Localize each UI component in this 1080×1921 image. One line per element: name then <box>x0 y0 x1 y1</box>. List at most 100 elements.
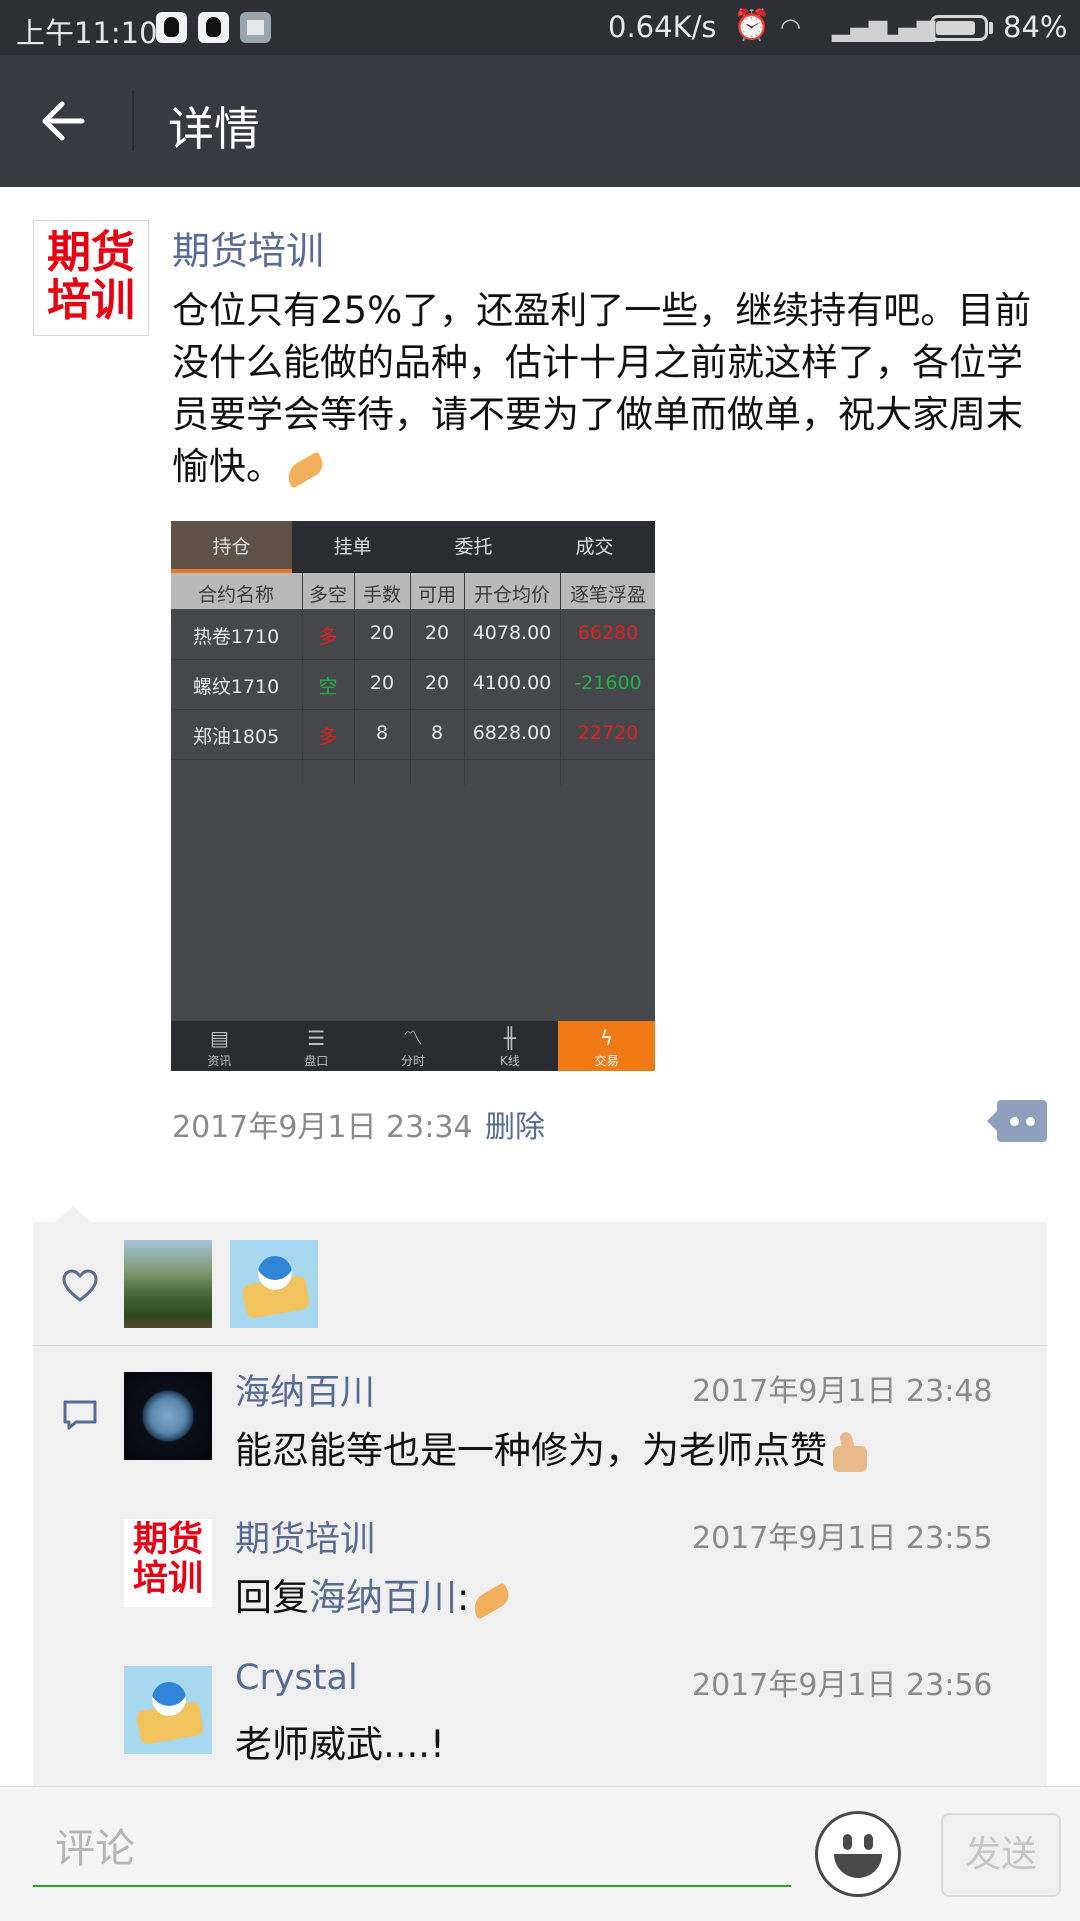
comment-input-bar: 发送 <box>0 1786 1080 1921</box>
comment-input[interactable] <box>33 1813 791 1887</box>
news-icon: ▤ <box>209 1026 229 1050</box>
timeshare-chart-icon: 〽 <box>402 1026 423 1050</box>
cell-open-price: 4078.00 <box>472 622 552 644</box>
column-header: 多空 <box>308 584 347 606</box>
commenter-avatar[interactable] <box>124 1666 212 1754</box>
column-header: 手数 <box>362 584 401 606</box>
cell-open-price: 4100.00 <box>472 672 552 694</box>
cell-contract: 热卷1710 <box>192 626 280 648</box>
liker-avatar[interactable] <box>230 1240 318 1328</box>
image-nav-item: ϟ 交易 <box>558 1021 655 1071</box>
battery-percent: 84% <box>1003 10 1068 44</box>
cell-pnl: 66280 <box>577 622 639 644</box>
page-title: 详情 <box>168 102 260 156</box>
commenter-name[interactable]: 期货培训 <box>235 1511 375 1562</box>
cell-side: 空 <box>318 676 338 698</box>
cell-lots: 20 <box>369 672 395 694</box>
thumbs-up-emoji-icon <box>827 1430 873 1476</box>
send-button[interactable]: 发送 <box>941 1813 1061 1897</box>
likes-divider <box>33 1345 1047 1346</box>
post-text: 仓位只有25%了，还盈利了一些，继续持有吧。目前没什么能做的品种，估计十月之前就… <box>172 285 1052 493</box>
table-row: 郑油1805 多 8 8 6828.00 22720 <box>171 709 655 760</box>
message-notification-icon <box>240 12 271 43</box>
avatar-logo-line: 期货 <box>132 1520 203 1560</box>
status-bar: 上午11:10 0.64K/s ⏰ ◠ ▂▄▆ ▂▄▆ 84% <box>0 0 1080 55</box>
dot <box>1026 1117 1035 1126</box>
header-divider <box>132 91 134 151</box>
cell-lots: 20 <box>369 622 395 644</box>
status-time: 上午11:10 <box>16 16 158 50</box>
alarm-icon: ⏰ <box>733 8 771 43</box>
smiley-eye <box>843 1834 852 1850</box>
image-tab: 持仓 <box>171 521 292 573</box>
post-image[interactable]: 持仓 挂单 委托 成交 合约名称 多空 手数 可用 开仓均价 逐笔浮盈 热卷17… <box>171 521 655 1071</box>
column-header: 逐笔浮盈 <box>569 584 646 606</box>
table-row: 热卷1710 多 20 20 4078.00 66280 <box>171 609 655 660</box>
commenter-avatar[interactable]: 期货 培训 <box>124 1519 212 1607</box>
ok-hand-emoji-icon <box>283 454 327 484</box>
post-author-avatar[interactable]: 期货 培训 <box>33 220 149 336</box>
image-tab: 成交 <box>575 536 614 558</box>
cell-pnl: -21600 <box>574 672 642 694</box>
cell-lots: 8 <box>375 722 389 744</box>
comment-time: 2017年9月1日 23:55 <box>692 1521 993 1556</box>
table-row: 螺纹1710 空 20 20 4100.00 -21600 <box>171 659 655 710</box>
image-tab: 委托 <box>454 536 493 558</box>
post-timestamp: 2017年9月1日 23:34 <box>172 1110 473 1145</box>
commenter-name[interactable]: Crystal <box>235 1658 358 1698</box>
comment-time: 2017年9月1日 23:56 <box>692 1668 993 1703</box>
comment-bubble-icon <box>997 1100 1047 1142</box>
avatar-logo-line: 期货 <box>47 227 135 278</box>
reply-colon: : <box>457 1576 470 1619</box>
column-header: 开仓均价 <box>473 584 550 606</box>
avatar-logo-line: 培训 <box>132 1558 203 1599</box>
image-bottom-nav: ▤ 资讯 ☰ 盘口 〽分时 ╫ K线 ϟ 交易 <box>171 1021 655 1071</box>
smiley-eye <box>864 1834 873 1850</box>
commenter-name[interactable]: 海纳百川 <box>235 1364 375 1415</box>
image-nav-label: 交易 <box>594 1054 619 1068</box>
image-nav-label: K线 <box>499 1054 520 1068</box>
comment-text-content: 能忍能等也是一种修为，为老师点赞 <box>235 1429 827 1472</box>
avatar-logo-line: 培训 <box>47 275 135 327</box>
candlestick-icon: ╫ <box>503 1026 516 1050</box>
cell-available: 8 <box>430 722 444 744</box>
cell-available: 20 <box>424 622 450 644</box>
delete-link[interactable]: 删除 <box>485 1102 545 1146</box>
wifi-icon: ◠ <box>780 13 801 41</box>
comment-item[interactable]: 期货 培训 期货培训 2017年9月1日 23:55 回复海纳百川: <box>0 1519 1080 1629</box>
image-tab: 挂单 <box>333 536 372 558</box>
back-button[interactable] <box>30 85 102 157</box>
battery-tip <box>989 22 993 34</box>
cell-open-price: 6828.00 <box>472 722 552 744</box>
dot <box>1010 1117 1019 1126</box>
emoji-button[interactable] <box>815 1811 901 1897</box>
image-nav-label: 资讯 <box>207 1054 232 1068</box>
image-nav-item: ☰ 盘口 <box>268 1021 365 1071</box>
comment-item[interactable]: 海纳百川 2017年9月1日 23:48 能忍能等也是一种修为，为老师点赞 <box>0 1372 1080 1482</box>
cell-contract: 郑油1805 <box>192 726 280 748</box>
orderbook-icon: ☰ <box>307 1026 326 1050</box>
more-bubble-tip <box>987 1111 997 1131</box>
qq-notification-icon <box>156 12 187 43</box>
column-header: 合约名称 <box>197 584 274 606</box>
post-author-name[interactable]: 期货培训 <box>172 220 324 275</box>
liker-avatar[interactable] <box>124 1240 212 1328</box>
comment-time: 2017年9月1日 23:48 <box>692 1374 993 1409</box>
comment-item[interactable]: Crystal 2017年9月1日 23:56 老师威武....! <box>0 1658 1080 1776</box>
smiley-mouth <box>834 1854 882 1878</box>
lightning-icon: ϟ <box>599 1026 614 1050</box>
reply-prefix: 回复 <box>235 1576 309 1619</box>
cell-available: 20 <box>424 672 450 694</box>
commenter-avatar[interactable] <box>124 1372 212 1460</box>
more-actions-button[interactable] <box>987 1100 1047 1142</box>
panel-arrow <box>55 1206 91 1222</box>
cell-side: 多 <box>318 726 338 748</box>
signal-icon: ▂▄▆ <box>880 14 936 42</box>
image-tab-bar: 持仓 挂单 委托 成交 <box>171 521 655 573</box>
nav-header: 详情 <box>0 55 1080 187</box>
ok-hand-emoji-icon <box>469 1585 513 1615</box>
reply-mention[interactable]: 海纳百川 <box>309 1576 457 1619</box>
qq-notification-icon <box>198 12 229 43</box>
image-nav-item: 〽分时 <box>365 1021 462 1071</box>
cell-contract: 螺纹1710 <box>192 676 280 698</box>
